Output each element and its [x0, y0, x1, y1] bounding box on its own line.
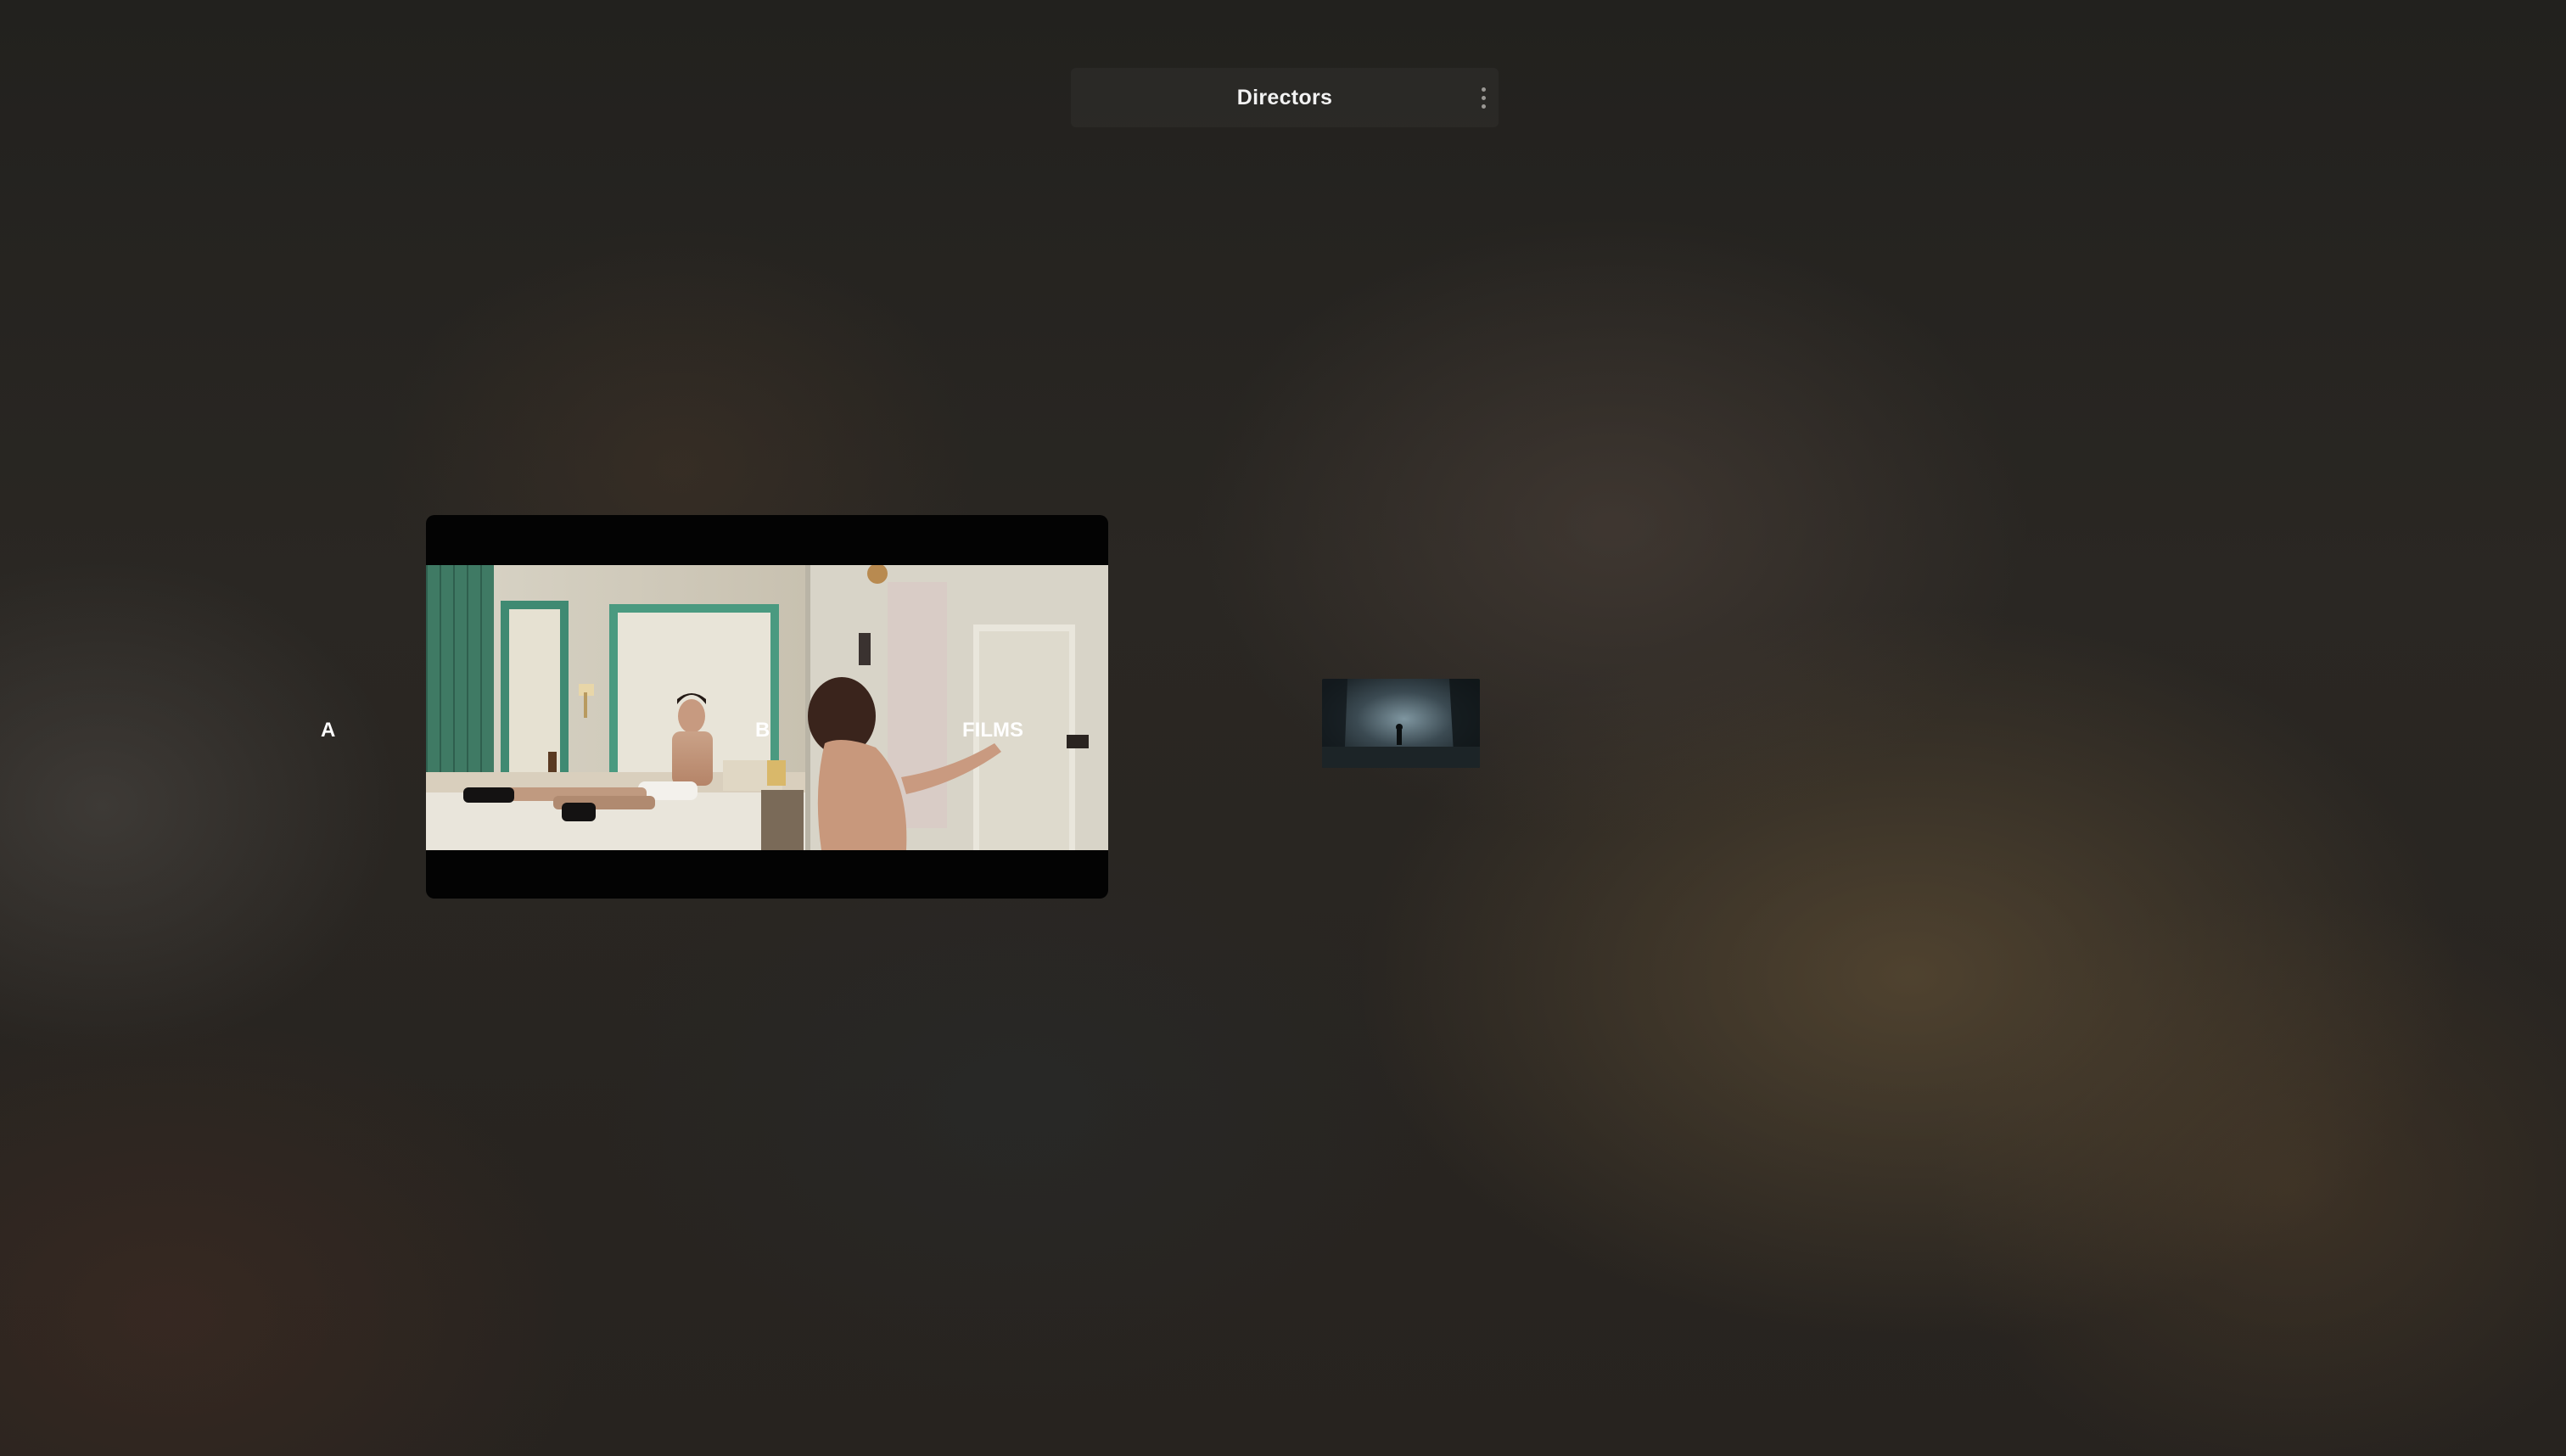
top-bar: Directors [1071, 68, 1499, 127]
forest-thumbnail[interactable] [1322, 679, 1480, 768]
nav-label-a[interactable]: A [321, 719, 335, 742]
page-title: Directors [1236, 86, 1333, 109]
video-player[interactable] [426, 515, 1108, 899]
nav-label-b[interactable]: B [755, 719, 770, 742]
page-background: Directors A B FILMS [0, 0, 2566, 1456]
nav-label-films[interactable]: FILMS [962, 719, 1023, 742]
video-frame [426, 565, 1108, 850]
more-vertical-icon[interactable] [1473, 85, 1493, 112]
bedroom-scene-image [426, 565, 1108, 850]
forest-scene-image [1322, 679, 1480, 768]
